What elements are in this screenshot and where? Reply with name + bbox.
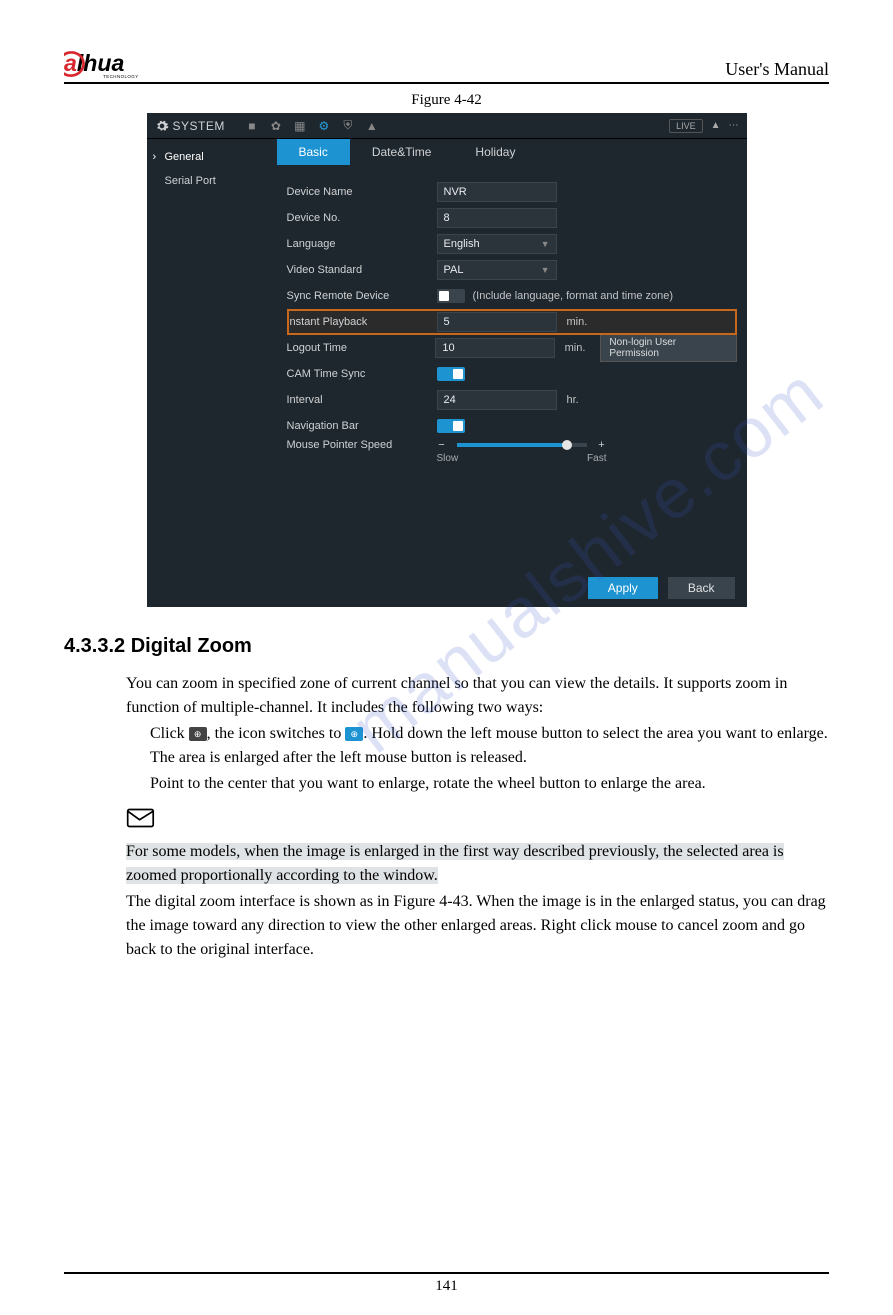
slider-label-slow: Slow xyxy=(437,453,459,464)
input-interval[interactable]: 24 xyxy=(437,390,557,410)
tabs: Basic Date&Time Holiday xyxy=(277,139,747,165)
camera-icon[interactable]: ■ xyxy=(245,119,259,133)
system-settings-panel: SYSTEM ■ ✿ ▦ ⚙ ⛨ ▲ LIVE ▲ ⋯ General Seri… xyxy=(147,113,747,607)
tab-basic[interactable]: Basic xyxy=(277,139,350,165)
note-sync-remote: (Include language, format and time zone) xyxy=(473,290,674,302)
input-device-name[interactable]: NVR xyxy=(437,182,557,202)
label-navigation-bar: Navigation Bar xyxy=(287,420,437,432)
slider-track[interactable] xyxy=(457,443,587,447)
slider-thumb[interactable] xyxy=(562,440,572,450)
panel-title: SYSTEM xyxy=(155,119,225,133)
label-mouse-speed: Mouse Pointer Speed xyxy=(287,439,437,451)
bullet-1: Click ⊕, the icon switches to ⊕. Hold do… xyxy=(126,722,829,770)
security-icon[interactable]: ⛨ xyxy=(341,119,355,133)
slider-fill xyxy=(457,443,568,447)
input-logout-time[interactable]: 10 xyxy=(435,338,554,358)
sidebar: General Serial Port xyxy=(147,139,277,569)
slider-label-fast: Fast xyxy=(587,453,606,464)
input-instant-playback[interactable]: 5 xyxy=(437,312,557,332)
gear-icon xyxy=(155,119,169,133)
row-sync-remote: Sync Remote Device (Include language, fo… xyxy=(287,283,737,309)
label-logout-time: Logout Time xyxy=(287,342,436,354)
main-area: Basic Date&Time Holiday Device Name NVR … xyxy=(277,139,747,569)
row-instant-playback: Instant Playback 5 min. xyxy=(287,309,737,335)
input-device-no[interactable]: 8 xyxy=(437,208,557,228)
panel-title-text: SYSTEM xyxy=(173,119,225,133)
note-icon xyxy=(126,806,160,838)
row-logout-time: Logout Time 10 min. Non-login User Permi… xyxy=(287,335,737,361)
label-device-no: Device No. xyxy=(287,212,437,224)
row-mouse-speed: Mouse Pointer Speed − + xyxy=(287,439,737,479)
zoom-icon-blue: ⊕ xyxy=(345,727,363,741)
live-badge[interactable]: LIVE xyxy=(669,119,703,133)
label-sync-remote: Sync Remote Device xyxy=(287,290,437,302)
label-video-standard: Video Standard xyxy=(287,264,437,276)
unit-logout-time: min. xyxy=(565,342,595,354)
section-heading: 4.3.3.2 Digital Zoom xyxy=(64,635,829,658)
sidebar-item-serial-port[interactable]: Serial Port xyxy=(147,169,277,193)
row-video-standard: Video Standard PAL▼ xyxy=(287,257,737,283)
tab-holiday[interactable]: Holiday xyxy=(453,139,537,165)
account-icon[interactable]: ▲ xyxy=(365,119,379,133)
page-header: alhua TECHNOLOGY User's Manual xyxy=(64,48,829,84)
chevron-down-icon: ▼ xyxy=(541,265,550,275)
select-language[interactable]: English▼ xyxy=(437,234,557,254)
label-instant-playback: Instant Playback xyxy=(287,316,437,328)
toggle-navigation-bar[interactable] xyxy=(437,419,465,433)
slider-mouse-speed[interactable]: − + xyxy=(437,439,607,451)
row-interval: Interval 24 hr. xyxy=(287,387,737,413)
panel-footer: Apply Back xyxy=(147,569,747,607)
minus-icon[interactable]: − xyxy=(437,439,447,451)
storage-icon[interactable]: ▦ xyxy=(293,119,307,133)
svg-text:alhua: alhua xyxy=(64,50,124,76)
toggle-cam-time-sync[interactable] xyxy=(437,367,465,381)
unit-interval: hr. xyxy=(567,394,597,406)
chevron-down-icon: ▼ xyxy=(541,239,550,249)
toggle-sync-remote[interactable] xyxy=(437,289,465,303)
zoom-icon-grey: ⊕ xyxy=(189,727,207,741)
page-number: 141 xyxy=(435,1278,458,1294)
brand-subtext: TECHNOLOGY xyxy=(103,74,139,79)
header-right-cluster: LIVE ▲ ⋯ xyxy=(669,119,738,133)
slider-labels: Slow Fast xyxy=(437,453,607,464)
row-cam-time-sync: CAM Time Sync xyxy=(287,361,737,387)
button-nonlogin-permission[interactable]: Non-login User Permission xyxy=(600,334,736,362)
plus-icon[interactable]: + xyxy=(597,439,607,451)
row-device-name: Device Name NVR xyxy=(287,179,737,205)
bullet-2: Point to the center that you want to enl… xyxy=(126,772,829,796)
body-text: You can zoom in specified zone of curren… xyxy=(64,672,829,962)
brand-logo: alhua TECHNOLOGY xyxy=(64,48,188,80)
label-cam-time-sync: CAM Time Sync xyxy=(287,368,437,380)
sidebar-item-general[interactable]: General xyxy=(147,145,277,169)
page-footer: 141 xyxy=(64,1272,829,1295)
unit-instant-playback: min. xyxy=(567,316,597,328)
back-button[interactable]: Back xyxy=(668,577,735,599)
paragraph-intro: You can zoom in specified zone of curren… xyxy=(126,672,829,720)
row-navigation-bar: Navigation Bar xyxy=(287,413,737,439)
paragraph-outro: The digital zoom interface is shown as i… xyxy=(126,890,829,962)
apply-button[interactable]: Apply xyxy=(588,577,658,599)
more-icon[interactable]: ⋯ xyxy=(729,120,739,131)
row-language: Language English▼ xyxy=(287,231,737,257)
panel-header: SYSTEM ■ ✿ ▦ ⚙ ⛨ ▲ LIVE ▲ ⋯ xyxy=(147,113,747,139)
figure-caption: Figure 4-42 xyxy=(64,92,829,109)
select-video-standard[interactable]: PAL▼ xyxy=(437,260,557,280)
row-device-no: Device No. 8 xyxy=(287,205,737,231)
network-icon[interactable]: ✿ xyxy=(269,119,283,133)
header-icon-row: ■ ✿ ▦ ⚙ ⛨ ▲ xyxy=(245,119,379,133)
settings-form: Device Name NVR Device No. 8 Language En… xyxy=(277,165,747,485)
user-icon[interactable]: ▲ xyxy=(711,120,721,131)
header-title: User's Manual xyxy=(725,59,829,80)
label-interval: Interval xyxy=(287,394,437,406)
note-text: For some models, when the image is enlar… xyxy=(126,840,829,888)
label-language: Language xyxy=(287,238,437,250)
tab-datetime[interactable]: Date&Time xyxy=(350,139,454,165)
system-icon[interactable]: ⚙ xyxy=(317,119,331,133)
label-device-name: Device Name xyxy=(287,186,437,198)
